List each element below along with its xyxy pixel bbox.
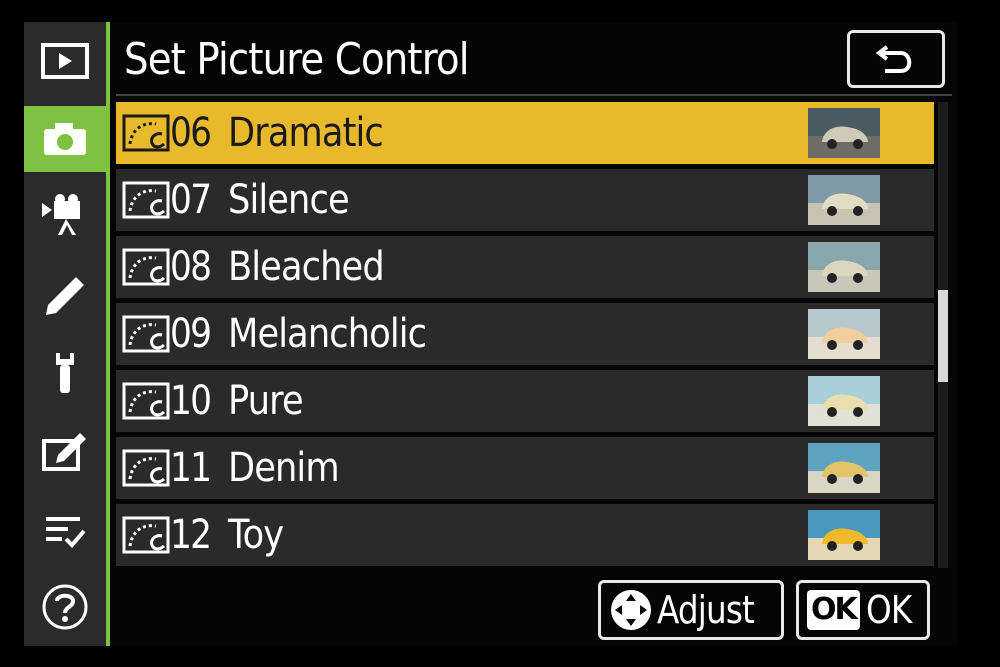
tab-custom-settings[interactable]: [24, 262, 106, 328]
back-button[interactable]: [847, 30, 945, 88]
ok-label: OK: [865, 588, 912, 632]
picture-control-name: Pure: [228, 378, 304, 424]
back-arrow-icon: [875, 45, 912, 73]
picture-control-row[interactable]: 06 Dramatic: [116, 102, 934, 164]
picture-control-name: Bleached: [228, 244, 385, 290]
preview-thumbnail: [808, 443, 880, 493]
my-menu-icon: [46, 517, 86, 548]
scrollbar-thumb[interactable]: [938, 290, 948, 382]
tab-retouch[interactable]: [24, 420, 106, 486]
picture-control-row[interactable]: 11 Denim: [116, 437, 934, 499]
picture-control-row[interactable]: 12 Toy: [116, 504, 934, 566]
creative-picture-control-icon: [122, 114, 170, 152]
camera-menu-screen: Set Picture Control 06 Dramatic 07 Silence 0…: [24, 22, 958, 646]
picture-control-name: Denim: [228, 445, 340, 491]
ok-button[interactable]: OK OK: [796, 580, 930, 640]
tab-movie-shooting[interactable]: [24, 182, 106, 248]
adjust-label: Adjust: [657, 588, 755, 632]
preview-thumbnail: [808, 309, 880, 359]
tab-help[interactable]: [24, 574, 106, 640]
creative-picture-control-icon: [122, 516, 170, 554]
picture-control-number: 07: [170, 177, 212, 223]
picture-control-name: Silence: [228, 177, 350, 223]
tab-my-menu[interactable]: [24, 498, 106, 564]
movie-icon: [42, 194, 80, 235]
wrench-icon: [56, 353, 74, 393]
picture-control-number: 09: [170, 311, 212, 357]
preview-thumbnail: [808, 242, 880, 292]
picture-control-row[interactable]: 07 Silence: [116, 169, 934, 231]
creative-picture-control-icon: [122, 315, 170, 353]
playback-icon: [41, 43, 89, 79]
page-title: Set Picture Control: [124, 34, 469, 85]
creative-picture-control-icon: [122, 248, 170, 286]
picture-control-name: Toy: [228, 512, 284, 558]
creative-picture-control-icon: [122, 449, 170, 487]
picture-control-number: 10: [170, 378, 212, 424]
preview-thumbnail: [808, 108, 880, 158]
retouch-icon: [42, 433, 86, 471]
picture-control-name: Dramatic: [228, 110, 384, 156]
preview-thumbnail: [808, 376, 880, 426]
picture-control-number: 12: [170, 512, 212, 558]
picture-control-number: 08: [170, 244, 212, 290]
creative-picture-control-icon: [122, 382, 170, 420]
picture-control-name: Melancholic: [228, 311, 427, 357]
tab-playback[interactable]: [24, 28, 106, 94]
ok-badge-icon: OK: [807, 590, 860, 630]
preview-thumbnail: [808, 510, 880, 560]
picture-control-row[interactable]: 10 Pure: [116, 370, 934, 432]
picture-control-row[interactable]: 09 Melancholic: [116, 303, 934, 365]
tab-photo-shooting[interactable]: [24, 106, 106, 172]
sidebar: [24, 22, 106, 646]
pencil-icon: [46, 277, 84, 315]
picture-control-row[interactable]: 08 Bleached: [116, 236, 934, 298]
adjust-button[interactable]: Adjust: [598, 580, 784, 640]
sidebar-divider: [106, 22, 110, 646]
header-divider: [116, 94, 952, 96]
tab-setup[interactable]: [24, 340, 106, 406]
creative-picture-control-icon: [122, 181, 170, 219]
picture-control-number: 06: [170, 110, 212, 156]
multi-selector-icon: [611, 590, 651, 630]
camera-icon: [44, 123, 86, 155]
help-icon: [42, 584, 88, 630]
preview-thumbnail: [808, 175, 880, 225]
picture-control-number: 11: [170, 445, 212, 491]
